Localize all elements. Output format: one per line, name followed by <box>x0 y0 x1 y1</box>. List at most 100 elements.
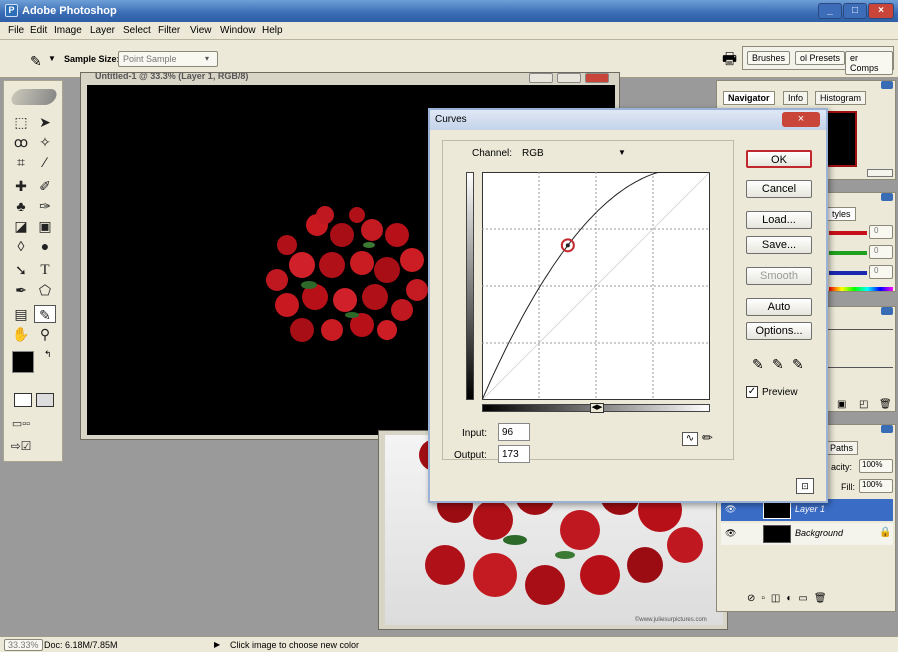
clone-stamp-icon[interactable]: ♣ <box>10 197 32 215</box>
auto-button[interactable]: Auto <box>746 298 812 316</box>
menu-select[interactable]: Select <box>123 25 151 36</box>
blue-value[interactable]: 0 <box>869 265 893 279</box>
tool-preset-arrow-icon[interactable]: ▼ <box>48 54 56 63</box>
green-slider[interactable] <box>829 251 867 255</box>
channel-select[interactable]: RGB ▼ <box>518 145 630 161</box>
panel-collapse-icon[interactable] <box>881 425 893 433</box>
doc-minimize-button[interactable] <box>529 73 553 83</box>
zoom-tool-icon[interactable]: ⚲ <box>34 325 56 343</box>
tab-styles[interactable]: tyles <box>827 207 856 221</box>
doc-maximize-button[interactable] <box>557 73 581 83</box>
magic-wand-icon[interactable]: ✧ <box>34 133 56 151</box>
color-ramp[interactable] <box>829 287 893 291</box>
opacity-label: acity: <box>831 462 853 472</box>
pen-tool-icon[interactable]: ✒ <box>10 281 32 299</box>
screen-mode-icon[interactable]: ▭▫▫ <box>10 415 32 433</box>
print-icon[interactable]: 🖶 <box>722 48 737 75</box>
red-value[interactable]: 0 <box>869 225 893 239</box>
tab-layer-comps[interactable]: er Comps <box>845 51 893 75</box>
imageready-icon[interactable]: ⇨☑ <box>10 437 32 455</box>
smooth-button[interactable]: Smooth <box>746 267 812 285</box>
pencil-mode-icon[interactable]: ✏ <box>702 430 713 446</box>
tab-navigator[interactable]: Navigator <box>723 91 775 105</box>
layer-actions-bar[interactable]: ⊘▫◫◐▭🗑 <box>721 593 893 609</box>
panel-collapse-icon[interactable] <box>881 193 893 201</box>
status-menu-arrow-icon[interactable]: ▶ <box>214 640 220 649</box>
swap-colors-icon[interactable]: ↰ <box>44 349 52 360</box>
new-document-icon[interactable]: ◰ <box>859 399 868 410</box>
minimize-button[interactable]: _ <box>818 3 842 19</box>
black-eyedropper-icon[interactable]: ✎ <box>752 356 764 373</box>
zoom-level[interactable]: 33.33% <box>4 639 43 651</box>
menu-window[interactable]: Window <box>220 25 256 36</box>
output-value-field[interactable] <box>498 445 530 463</box>
hand-tool-icon[interactable]: ✋ <box>10 325 32 343</box>
doc-close-button[interactable] <box>585 73 609 83</box>
panel-collapse-icon[interactable] <box>881 307 893 315</box>
cancel-button[interactable]: Cancel <box>746 180 812 198</box>
preview-checkbox[interactable]: ✓ <box>746 386 758 398</box>
tab-paths[interactable]: Paths <box>825 441 859 455</box>
quick-mask-icon[interactable] <box>36 393 54 407</box>
panel-collapse-icon[interactable] <box>881 81 893 89</box>
input-value-field[interactable] <box>498 423 530 441</box>
menu-view[interactable]: View <box>190 25 212 36</box>
dodge-tool-icon[interactable]: ● <box>34 237 56 255</box>
blur-tool-icon[interactable]: ◊ <box>10 237 32 255</box>
marquee-tool-icon[interactable]: ⬚ <box>10 113 32 131</box>
visibility-eye-icon[interactable]: 👁 <box>725 528 736 539</box>
load-button[interactable]: Load... <box>746 211 812 229</box>
options-button[interactable]: Options... <box>746 322 812 340</box>
crop-tool-icon[interactable]: ⌗ <box>10 153 32 171</box>
maximize-button[interactable]: □ <box>843 3 867 19</box>
menu-help[interactable]: Help <box>262 25 283 36</box>
standard-mode-icon[interactable] <box>14 393 32 407</box>
type-tool-icon[interactable]: T <box>34 261 56 279</box>
eraser-tool-icon[interactable]: ◪ <box>10 217 32 235</box>
white-eyedropper-icon[interactable]: ✎ <box>792 356 804 373</box>
tab-tool-presets[interactable]: ol Presets <box>795 51 846 65</box>
blue-slider[interactable] <box>829 271 867 275</box>
curve-smooth-mode-icon[interactable]: ∿ <box>682 432 698 446</box>
notes-tool-icon[interactable]: ▤ <box>10 305 32 323</box>
lasso-tool-icon[interactable]: ꝏ <box>10 133 32 151</box>
green-value[interactable]: 0 <box>869 245 893 259</box>
red-slider[interactable] <box>829 231 867 235</box>
photoshop-app-icon: P <box>5 4 18 17</box>
tab-info[interactable]: Info <box>783 91 809 105</box>
menu-image[interactable]: Image <box>54 25 82 36</box>
gradient-toggle-icon[interactable]: ◀▶ <box>590 403 604 413</box>
gradient-tool-icon[interactable]: ▣ <box>34 217 56 235</box>
menu-edit[interactable]: Edit <box>30 25 47 36</box>
slice-tool-icon[interactable]: ∕ <box>34 153 56 171</box>
visibility-eye-icon[interactable]: 👁 <box>725 504 736 515</box>
expand-dialog-icon[interactable]: ⊡ <box>796 478 814 494</box>
tab-brushes[interactable]: Brushes <box>747 51 791 65</box>
gray-eyedropper-icon[interactable]: ✎ <box>772 356 784 373</box>
new-snapshot-icon[interactable]: ▣ <box>837 399 846 410</box>
ok-button[interactable]: OK <box>746 150 812 168</box>
tab-histogram[interactable]: Histogram <box>815 91 867 105</box>
shape-tool-icon[interactable]: ⬠ <box>34 281 56 299</box>
save-button[interactable]: Save... <box>746 236 812 254</box>
brush-tool-icon[interactable]: ✐ <box>34 177 56 195</box>
curves-close-button[interactable]: × <box>782 112 820 127</box>
menu-file[interactable]: File <box>8 25 24 36</box>
path-select-icon[interactable]: ➘ <box>10 261 32 279</box>
fill-value[interactable]: 100% <box>859 479 893 493</box>
sample-size-select[interactable]: Point Sample ▾ <box>118 51 218 67</box>
eyedropper-icon[interactable]: ✎ <box>30 53 42 70</box>
curve-graph[interactable] <box>482 172 710 400</box>
menu-layer[interactable]: Layer <box>90 25 115 36</box>
menu-filter[interactable]: Filter <box>158 25 180 36</box>
history-brush-icon[interactable]: ✑ <box>34 197 56 215</box>
move-tool-icon[interactable]: ➤ <box>34 113 56 131</box>
opacity-value[interactable]: 100% <box>859 459 893 473</box>
layer-row[interactable]: 👁 Background 🔒 <box>721 523 893 545</box>
trash-icon[interactable]: 🗑 <box>879 399 892 410</box>
close-button[interactable]: × <box>868 3 894 19</box>
navigator-zoom-slider[interactable] <box>867 169 893 177</box>
foreground-color-swatch[interactable] <box>12 351 34 373</box>
healing-brush-icon[interactable]: ✚ <box>10 177 32 195</box>
eyedropper-tool-icon[interactable]: ✎ <box>34 305 56 323</box>
